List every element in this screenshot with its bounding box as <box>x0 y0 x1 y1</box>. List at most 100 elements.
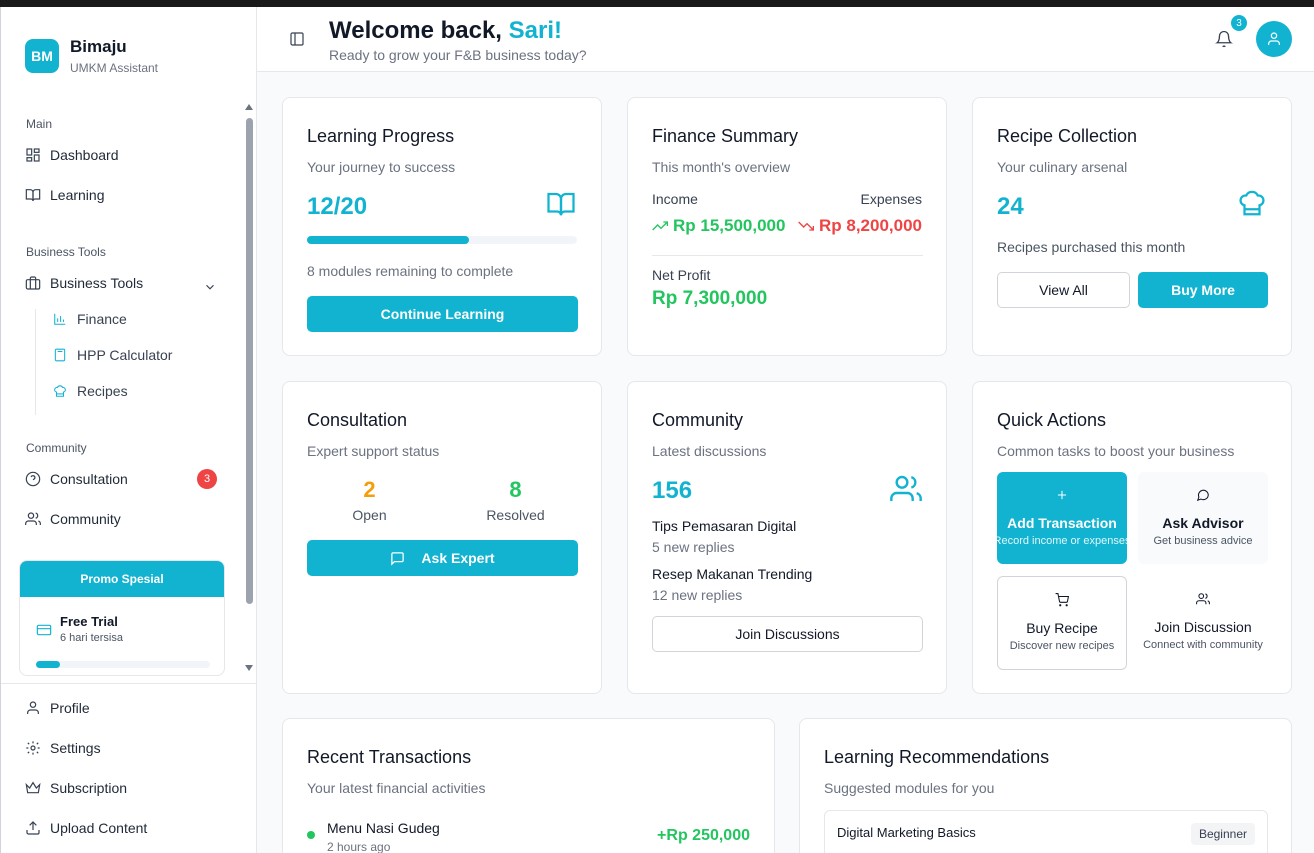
card-title: Finance Summary <box>652 126 799 146</box>
user-icon <box>1268 32 1280 45</box>
topic-title[interactable]: Resep Makanan Trending <box>652 566 812 582</box>
brand-name: Bimaju <box>70 37 127 56</box>
welcome-text: Welcome back, <box>329 17 509 44</box>
divider <box>652 255 923 256</box>
expenses-value-row: Rp 8,200,000 <box>798 216 922 236</box>
sidebar-item-label: Upload Content <box>50 820 148 836</box>
users-icon <box>1196 593 1210 605</box>
dashboard-icon <box>26 148 40 162</box>
join-discussions-button[interactable]: Join Discussions <box>652 616 923 652</box>
card-title: Quick Actions <box>997 410 1107 430</box>
view-all-button[interactable]: View All <box>997 272 1130 308</box>
topic-replies: 12 new replies <box>652 587 743 603</box>
recommendation-item[interactable]: Digital Marketing Basics Beginner <box>824 810 1268 853</box>
bell-icon[interactable] <box>1215 30 1233 48</box>
add-transaction-button[interactable]: Add Transaction Record income or expense… <box>997 472 1127 564</box>
top-header: Welcome back, Sari! Ready to grow your F… <box>257 7 1314 72</box>
transaction-name: Menu Nasi Gudeg <box>327 820 440 836</box>
sidebar-item-label: Consultation <box>50 471 128 487</box>
notification-badge: 3 <box>1231 15 1247 31</box>
sidebar-item-label: Settings <box>50 740 101 756</box>
recipe-note: Recipes purchased this month <box>997 239 1186 255</box>
card-subtitle: Latest discussions <box>652 443 767 459</box>
sidebar-item-consultation[interactable]: Consultation <box>25 468 128 490</box>
card-title: Recipe Collection <box>997 126 1138 146</box>
card-subtitle: Your culinary arsenal <box>997 159 1128 175</box>
sidebar-toggle-icon[interactable] <box>289 31 305 47</box>
avatar[interactable] <box>1256 21 1292 57</box>
sidebar-item-business-tools[interactable]: Business Tools <box>25 272 143 294</box>
book-icon <box>25 189 41 202</box>
scroll-down-arrow[interactable] <box>245 665 253 671</box>
sidebar: BM Bimaju UMKM Assistant Main Dashboard … <box>0 7 257 853</box>
net-profit-value: Rp 7,300,000 <box>652 288 768 309</box>
sidebar-item-hpp-calculator[interactable]: HPP Calculator <box>53 344 172 366</box>
promo-progress <box>36 661 210 668</box>
page-title: Welcome back, Sari! <box>329 17 562 45</box>
join-discussion-button[interactable]: Join Discussion Connect with community <box>1138 576 1268 670</box>
sidebar-item-label: Learning <box>50 187 105 203</box>
ask-advisor-button[interactable]: Ask Advisor Get business advice <box>1138 472 1268 564</box>
status-dot <box>307 831 315 839</box>
sidebar-item-subscription[interactable]: Subscription <box>25 777 127 799</box>
submenu-line <box>35 309 36 415</box>
promo-progress-fill <box>36 661 61 668</box>
sidebar-scrollbar[interactable] <box>246 118 253 604</box>
promo-subtitle: 6 hari tersisa <box>60 632 123 644</box>
chef-hat-icon <box>1239 190 1265 216</box>
resolved-count: 8 <box>509 477 522 502</box>
app-window: BM Bimaju UMKM Assistant Main Dashboard … <box>0 7 1314 853</box>
section-label-community: Community <box>26 441 87 455</box>
user-name: Sari! <box>508 17 562 44</box>
section-label-business: Business Tools <box>26 245 106 259</box>
action-description: Discover new recipes <box>1009 640 1115 652</box>
upload-icon <box>26 821 40 835</box>
sidebar-item-profile[interactable]: Profile <box>25 697 90 719</box>
promo-card[interactable]: Promo Spesial Free Trial 6 hari tersisa <box>19 560 225 676</box>
expenses-value: Rp 8,200,000 <box>818 216 922 235</box>
sidebar-item-dashboard[interactable]: Dashboard <box>25 144 119 166</box>
users-icon <box>890 475 922 501</box>
brand[interactable]: BM Bimaju UMKM Assistant <box>25 37 158 75</box>
sidebar-item-finance[interactable]: Finance <box>53 308 127 330</box>
buy-more-button[interactable]: Buy More <box>1138 272 1268 308</box>
continue-learning-button[interactable]: Continue Learning <box>307 296 578 332</box>
sidebar-item-label: Community <box>50 511 121 527</box>
message-icon <box>391 551 405 566</box>
card-title: Learning Progress <box>307 126 455 146</box>
book-icon <box>547 192 575 216</box>
scroll-up-arrow[interactable] <box>245 104 253 110</box>
topic-replies: 5 new replies <box>652 539 735 555</box>
consultation-badge: 3 <box>197 469 217 489</box>
buy-recipe-button[interactable]: Buy Recipe Discover new recipes <box>997 576 1127 670</box>
users-icon <box>25 512 41 525</box>
sidebar-item-learning[interactable]: Learning <box>25 184 105 206</box>
sidebar-item-upload-content[interactable]: Upload Content <box>25 817 147 839</box>
sidebar-item-settings[interactable]: Settings <box>25 737 101 759</box>
net-profit-label: Net Profit <box>652 267 711 283</box>
sidebar-item-label: Business Tools <box>50 275 144 291</box>
briefcase-icon <box>25 276 41 290</box>
card-subtitle: Expert support status <box>307 443 440 459</box>
community-card: Community Latest discussions 156 Tips Pe… <box>627 381 947 694</box>
finance-summary-card: Finance Summary This month's overview In… <box>627 97 947 356</box>
user-icon <box>27 701 39 714</box>
consultation-card: Consultation Expert support status 2 Ope… <box>282 381 602 694</box>
ask-expert-button[interactable]: Ask Expert <box>307 540 578 576</box>
transaction-amount: +Rp 250,000 <box>657 827 750 844</box>
action-label: Join Discussion <box>1154 619 1252 635</box>
promo-header: Promo Spesial <box>20 561 224 597</box>
card-subtitle: Suggested modules for you <box>824 780 995 796</box>
recipe-count: 24 <box>997 193 1024 220</box>
plus-icon <box>1057 490 1067 500</box>
page-subtitle: Ready to grow your F&B business today? <box>329 47 587 63</box>
card-title: Recent Transactions <box>307 747 472 767</box>
topic-title[interactable]: Tips Pemasaran Digital <box>652 518 796 534</box>
sidebar-item-recipes[interactable]: Recipes <box>53 380 128 402</box>
chevron-down-icon[interactable] <box>203 280 217 294</box>
sidebar-item-community[interactable]: Community <box>25 508 121 530</box>
brand-logo: BM <box>25 39 59 73</box>
learning-progress-value: 12/20 <box>307 193 368 220</box>
income-value: Rp 15,500,000 <box>673 216 786 235</box>
chart-icon <box>54 313 66 325</box>
